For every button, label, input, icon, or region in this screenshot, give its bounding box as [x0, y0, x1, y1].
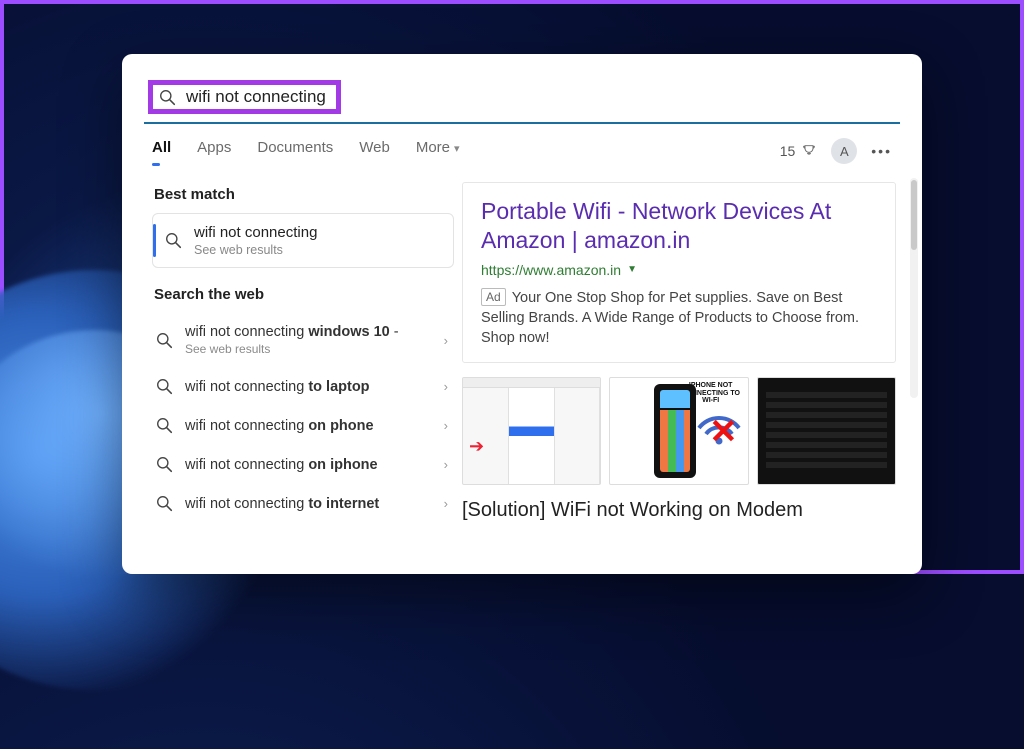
search-row: wifi not connecting: [122, 54, 922, 124]
ad-url: https://www.amazon.in▼: [481, 262, 877, 278]
web-suggestion-text: wifi not connecting to internet: [185, 496, 432, 512]
thumbnail-2[interactable]: IPHONE NOT CONNECTING TO WI-FI ✕: [609, 377, 748, 485]
best-match-sub: See web results: [194, 243, 317, 257]
tabs-row: All Apps Documents Web More▾ 15 A •••: [122, 124, 922, 174]
result-2-title[interactable]: [Solution] WiFi not Working on Modem: [462, 499, 896, 522]
search-panel: wifi not connecting All Apps Documents W…: [122, 54, 922, 574]
search-field[interactable]: wifi not connecting: [144, 72, 900, 124]
tab-all[interactable]: All: [152, 139, 171, 164]
web-suggestion-3[interactable]: wifi not connecting on iphone ›: [152, 445, 454, 484]
web-suggestion-1[interactable]: wifi not connecting to laptop ›: [152, 367, 454, 406]
web-suggestion-4[interactable]: wifi not connecting to internet ›: [152, 484, 454, 523]
web-suggestion-sub: See web results: [185, 342, 432, 356]
search-icon: [156, 417, 173, 434]
rewards-points: 15: [780, 143, 796, 159]
web-suggestion-text: wifi not connecting windows 10 -: [185, 324, 432, 340]
best-match-item[interactable]: wifi not connecting See web results: [152, 213, 454, 268]
rewards-indicator[interactable]: 15: [780, 143, 818, 159]
tab-documents[interactable]: Documents: [257, 139, 333, 164]
chevron-right-icon: ›: [444, 457, 448, 472]
chevron-right-icon: ›: [444, 496, 448, 511]
thumbnail-3[interactable]: [757, 377, 896, 485]
search-highlight: wifi not connecting: [148, 80, 341, 114]
dropdown-caret-icon[interactable]: ▼: [627, 264, 637, 275]
search-icon: [156, 456, 173, 473]
web-suggestion-0[interactable]: wifi not connecting windows 10 - See web …: [152, 313, 454, 367]
thumbnail-1[interactable]: ➔: [462, 377, 601, 485]
chevron-right-icon: ›: [444, 418, 448, 433]
web-suggestion-text: wifi not connecting on iphone: [185, 457, 432, 473]
search-icon: [156, 378, 173, 395]
web-suggestion-text: wifi not connecting on phone: [185, 418, 432, 434]
search-icon: [165, 232, 182, 249]
scrollbar-thumb[interactable]: [911, 180, 917, 250]
ad-body: AdYour One Stop Shop for Pet supplies. S…: [481, 288, 877, 348]
scrollbar[interactable]: [910, 178, 918, 398]
ad-result-card[interactable]: Portable Wifi - Network Devices At Amazo…: [462, 182, 896, 363]
tab-web[interactable]: Web: [359, 139, 390, 164]
search-query-text: wifi not connecting: [186, 87, 326, 107]
search-icon: [156, 495, 173, 512]
arrow-icon: ➔: [469, 436, 484, 457]
avatar[interactable]: A: [831, 138, 857, 164]
image-thumbnails: ➔ IPHONE NOT CONNECTING TO WI-FI ✕: [462, 377, 896, 485]
preview-pane: Portable Wifi - Network Devices At Amazo…: [462, 174, 922, 574]
search-web-heading: Search the web: [154, 286, 454, 303]
search-icon: [156, 332, 173, 349]
results-left-column: Best match wifi not connecting See web r…: [122, 174, 462, 574]
ad-title: Portable Wifi - Network Devices At Amazo…: [481, 197, 877, 256]
trophy-icon: [801, 143, 817, 159]
search-icon: [159, 89, 176, 106]
tab-more[interactable]: More▾: [416, 139, 460, 164]
more-menu-button[interactable]: •••: [871, 143, 892, 159]
web-suggestion-2[interactable]: wifi not connecting on phone ›: [152, 406, 454, 445]
tab-apps[interactable]: Apps: [197, 139, 231, 164]
chevron-right-icon: ›: [444, 379, 448, 394]
web-suggestion-text: wifi not connecting to laptop: [185, 379, 432, 395]
best-match-heading: Best match: [154, 186, 454, 203]
chevron-down-icon: ▾: [454, 143, 460, 155]
ad-badge: Ad: [481, 288, 506, 307]
chevron-right-icon: ›: [444, 333, 448, 348]
phone-icon: [654, 384, 696, 478]
best-match-title: wifi not connecting: [194, 224, 317, 241]
x-icon: ✕: [709, 412, 738, 452]
